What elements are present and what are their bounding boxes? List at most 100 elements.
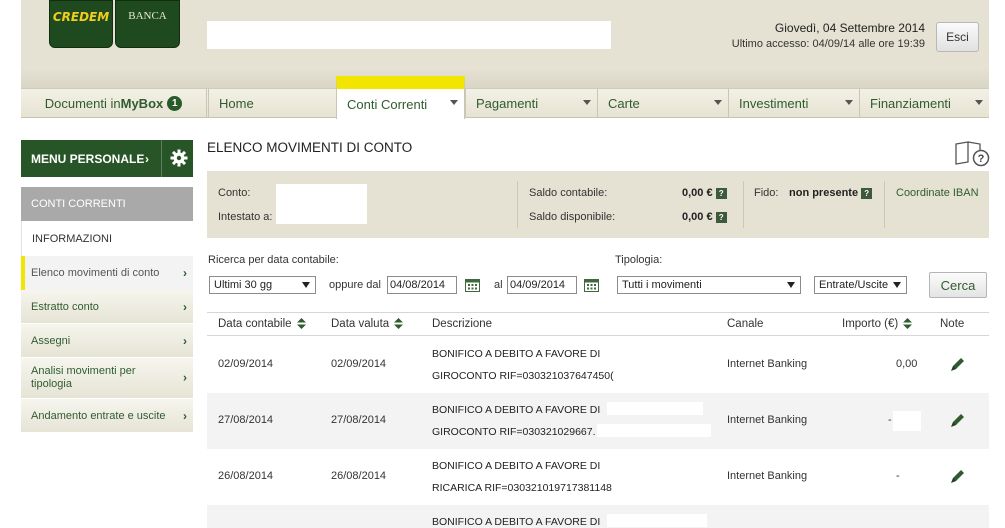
calendar-icon[interactable] [465,278,480,292]
gear-icon[interactable] [169,148,189,168]
desc-line-1: BONIFICO A DEBITO A FAVORE DI [432,404,601,416]
table-row[interactable]: 27/08/2014 27/08/2014 BONIFICO A DEBITO … [207,393,989,449]
tipologia-select[interactable]: Tutti i movimenti [617,276,801,294]
sidebar-item-elenco-movimenti[interactable]: Elenco movimenti di conto › [21,256,193,290]
mybox-prefix: Documenti in [44,96,121,111]
desc-line-1: BONIFICO A DEBITO A FAVORE DI [432,460,601,472]
from-date-input[interactable]: 04/08/2014 [387,276,457,294]
movements-table-header: Data contabile Data valuta Descrizione C… [207,312,989,336]
last-access: Ultimo accesso: 04/09/14 alle ore 19:39 [731,38,925,50]
intestato-label: Intestato a: [218,211,273,223]
sidebar-item-label: Elenco movimenti di conto [31,267,160,279]
divider [517,181,518,228]
data-contabile: 27/08/2014 [218,414,274,426]
data-valuta: 27/08/2014 [331,414,387,426]
header-white-panel [207,21,611,49]
tab-label: Home [219,96,254,111]
sidebar-item-andamento[interactable]: Andamento entrate e uscite › [21,399,193,433]
chevron-right-icon: › [183,266,187,280]
sort-icon[interactable] [903,318,913,330]
period-select[interactable]: Ultimi 30 gg [209,276,316,294]
help-manual-icon[interactable]: ? [954,140,990,168]
chevron-down-icon [975,100,983,105]
data-contabile: 26/08/2014 [218,470,274,482]
edit-note-icon[interactable] [949,467,967,485]
date-info: Giovedì, 04 Settembre 2014 Ultimo access… [732,21,925,50]
dropdown-arrow-icon [787,282,795,288]
to-date-input[interactable]: 04/09/2014 [507,276,577,294]
tab-finanziamenti[interactable]: Finanziamenti [859,89,989,118]
redacted-text [597,424,711,437]
saldo-contabile-value: 0,00 € ? [682,187,727,199]
menu-personale-label: MENU PERSONALE [31,151,145,166]
coordinate-iban-link[interactable]: Coordinate IBAN [896,187,979,199]
mybox-link[interactable]: Documenti in MyBox 1 [21,89,207,118]
divider [884,181,885,228]
tab-carte[interactable]: Carte [597,89,728,118]
chevron-down-icon [714,100,722,105]
svg-text:?: ? [978,153,985,165]
sidebar-item-analisi-movimenti[interactable]: Analisi movimenti per tipologia › [21,358,193,399]
info-icon[interactable]: ? [715,187,727,199]
cerca-button[interactable]: Cerca [929,272,987,298]
account-summary: Conto: Intestato a: Saldo contabile: 0,0… [207,171,989,238]
calendar-icon[interactable] [584,278,599,292]
chevron-right-icon: › [183,333,187,348]
data-contabile: 02/09/2014 [218,358,274,370]
col-label: Data contabile [218,318,292,330]
sidebar-item-informazioni[interactable]: INFORMAZIONI [21,221,193,256]
mybox-bold: MyBox [120,96,164,111]
direction-select[interactable]: Entrate/Uscite [814,276,907,294]
fido-label: Fido: [754,187,779,199]
mybox-count-badge: 1 [167,96,183,111]
credem-logo[interactable]: CREDEM BANCA [49,0,180,48]
desc-line-2: GIROCONTO RIF=030321037647450( [432,370,614,382]
dropdown-arrow-icon [302,282,310,288]
main-nav: Documenti in MyBox 1 Home Conti Correnti … [21,76,989,119]
table-row[interactable]: 26/08/2014 26/08/2014 BONIFICO A DEBITO … [207,449,989,505]
chevron-right-icon: › [183,370,187,385]
descrizione: BONIFICO A DEBITO A FAVORE DI GIROCONTO … [432,399,600,443]
info-icon[interactable]: ? [861,187,873,199]
fido-value: non presente ? [789,187,873,199]
sort-icon[interactable] [296,318,306,330]
tab-label: Conti Correnti [347,96,428,112]
table-row[interactable]: 02/09/2014 02/09/2014 BONIFICO A DEBITO … [207,337,989,393]
tab-label: Pagamenti [476,96,539,111]
sidebar-item-estratto-conto[interactable]: Estratto conto › [21,290,193,324]
col-descrizione: Descrizione [432,318,493,330]
saldo-disponibile-amount: 0,00 € [682,211,713,223]
tab-conti-correnti[interactable]: Conti Correnti [336,76,465,119]
info-icon[interactable]: ? [715,211,727,223]
sort-icon[interactable] [394,318,404,330]
canale: Internet Banking [727,414,808,426]
sidebar-item-label: Assegni [31,334,71,347]
tab-investimenti[interactable]: Investimenti [728,89,859,118]
direction-value: Entrate/Uscite [819,279,889,291]
col-label: Data valuta [331,318,390,330]
col-data-valuta[interactable]: Data valuta [331,318,404,330]
desc-line-2: RICARICA RIF=03032101971738114​8 [432,482,612,494]
desc-line-2: GIROCONTO RIF=030321029667. [432,426,596,438]
edit-note-icon[interactable] [949,411,967,429]
sidebar-section-conti-correnti[interactable]: CONTI CORRENTI [21,187,193,221]
sidebar-item-label: Estratto conto [31,300,99,313]
saldo-disponibile-value: 0,00 € ? [682,211,727,223]
col-data-contabile[interactable]: Data contabile [218,318,306,330]
menu-personale-button[interactable]: MENU PERSONALE › [21,140,193,177]
col-label: Importo (€) [842,318,899,330]
table-row[interactable]: BONIFICO A DEBITO A FAVORE DI [207,505,989,528]
edit-note-icon[interactable] [949,355,967,373]
col-importo[interactable]: Importo (€) [842,318,913,330]
descrizione: BONIFICO A DEBITO A FAVORE DI RICARICA R… [432,455,612,499]
sidebar-item-assegni[interactable]: Assegni › [21,324,193,358]
conto-label: Conto: [218,187,251,199]
tab-home[interactable]: Home [208,89,336,118]
saldo-disponibile-label: Saldo disponibile: [529,211,616,223]
desc-line-1: BONIFICO A DEBITO A FAVORE DI [432,348,601,360]
logout-button[interactable]: Esci [936,22,979,52]
tab-pagamenti[interactable]: Pagamenti [465,89,597,118]
period-value: Ultimi 30 gg [214,279,273,291]
sidebar-item-label: Andamento entrate e uscite [31,409,166,422]
redacted-text [607,514,707,527]
